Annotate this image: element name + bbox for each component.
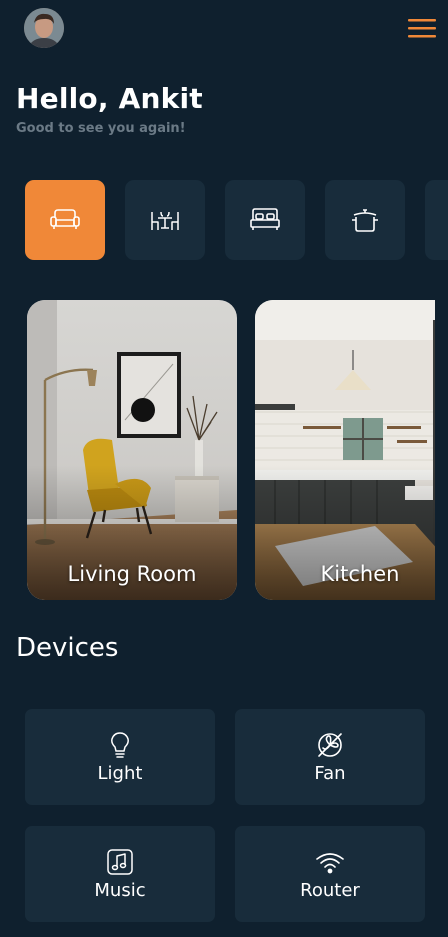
device-card-music[interactable]: Music [25, 826, 215, 922]
fan-off-icon [318, 732, 342, 757]
cooking-pot-icon [352, 209, 378, 232]
device-label: Router [300, 879, 360, 901]
category-kitchen[interactable] [325, 180, 405, 260]
music-icon [107, 848, 133, 875]
category-more[interactable] [425, 180, 448, 260]
devices-title: Devices [16, 633, 119, 663]
kitchen-image [255, 300, 435, 600]
greeting-subtitle: Good to see you again! [16, 121, 186, 136]
living-room-image [27, 300, 237, 600]
device-label: Light [97, 762, 143, 784]
room-carousel: Living Room Kitchen [25, 300, 435, 600]
room-card-living-room[interactable]: Living Room [27, 300, 237, 600]
greeting-title: Hello, Ankit [16, 82, 203, 115]
category-living-room[interactable] [25, 180, 105, 260]
category-dining[interactable] [125, 180, 205, 260]
lightbulb-icon [111, 731, 129, 758]
room-label: Kitchen [320, 562, 400, 586]
device-label: Fan [314, 762, 346, 784]
room-category-selector [25, 180, 448, 260]
category-bedroom[interactable] [225, 180, 305, 260]
top-bar [0, 0, 448, 58]
bed-icon [250, 208, 280, 230]
device-card-router[interactable]: Router [235, 826, 425, 922]
device-label: Music [94, 879, 146, 901]
room-label: Living Room [67, 562, 197, 586]
avatar[interactable] [24, 8, 64, 48]
device-card-light[interactable]: Light [25, 709, 215, 805]
hamburger-menu-icon[interactable] [408, 16, 436, 40]
avatar-image [24, 8, 64, 48]
dining-icon [151, 211, 179, 230]
sofa-icon [50, 209, 80, 229]
device-card-fan[interactable]: Fan [235, 709, 425, 805]
wifi-icon [316, 852, 344, 873]
room-card-kitchen[interactable]: Kitchen [255, 300, 435, 600]
